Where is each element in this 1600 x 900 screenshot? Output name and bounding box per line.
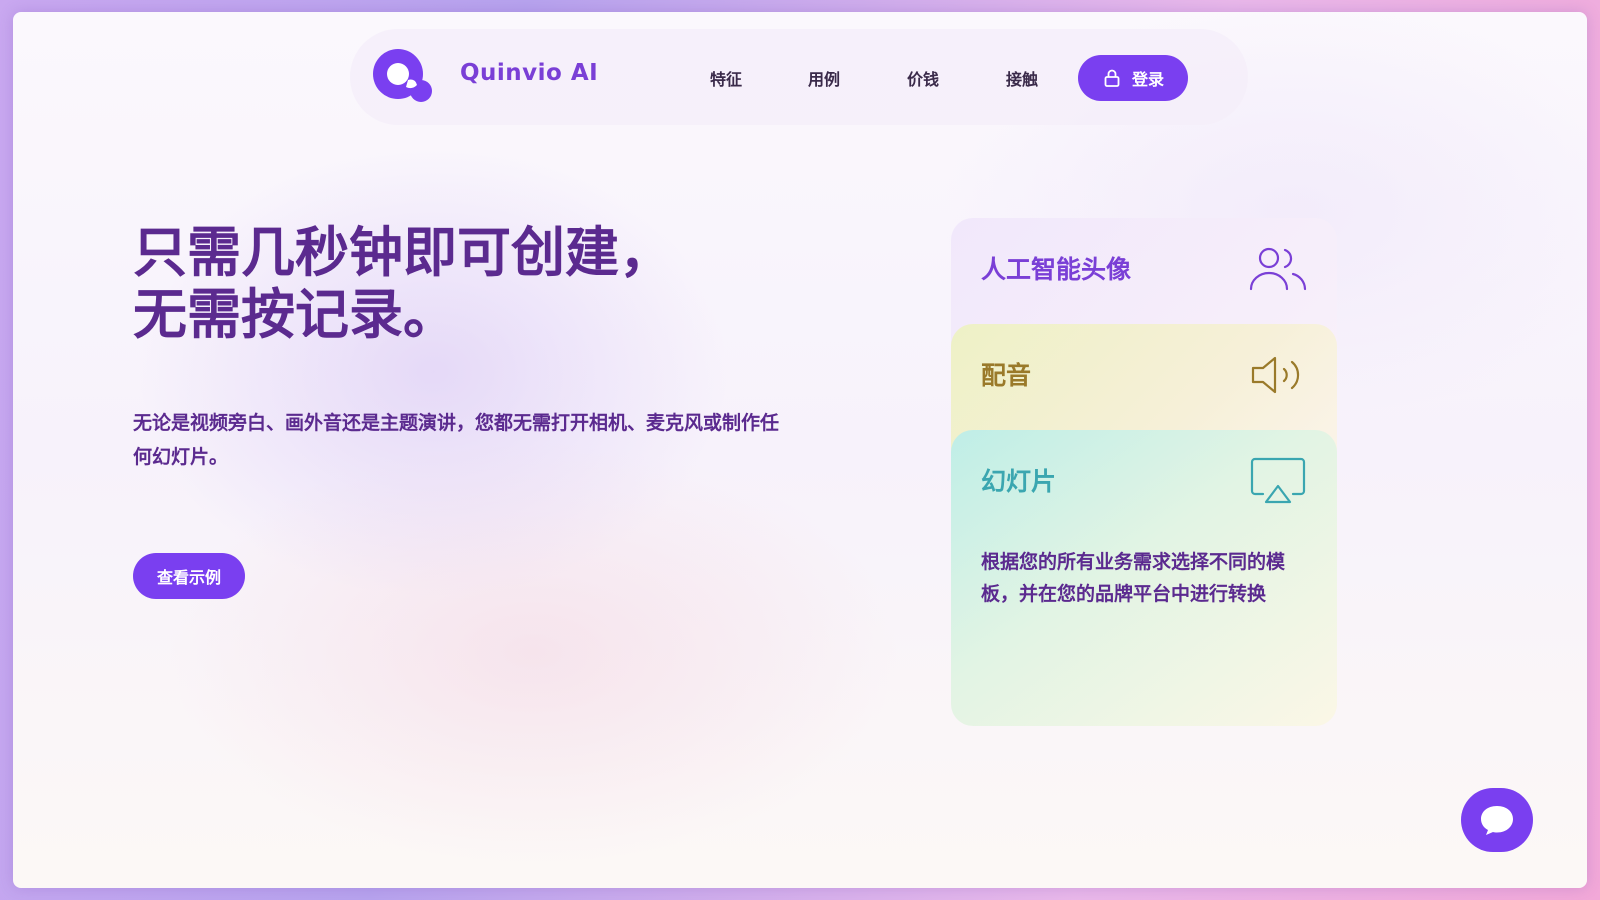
chat-bubble-icon (1481, 806, 1513, 835)
hero-title-line-1: 只需几秒钟即可创建， (133, 221, 673, 284)
nav-link-pricing[interactable]: 价钱 (907, 66, 939, 90)
page-frame: Quinvio AI 特征 用例 价钱 接触 登录 只需几秒钟即可创建， 无需按… (13, 12, 1587, 888)
card-title-voiceover: 配音 (981, 361, 1032, 390)
hero-title-line-2: 无需按记录。 (133, 283, 457, 346)
hero-description: 无论是视频旁白、画外音还是主题演讲，您都无需打开相机、麦克风或制作任何幻灯片。 (133, 412, 780, 468)
card-title-ai-avatar: 人工智能头像 (981, 255, 1132, 284)
users-icon (1249, 247, 1307, 291)
logo-icon[interactable] (368, 47, 434, 105)
airplay-icon (1250, 457, 1306, 504)
login-label: 登录 (1131, 70, 1164, 89)
nav-link-use-cases[interactable]: 用例 (808, 66, 840, 90)
speaker-icon (1251, 356, 1300, 394)
card-description-slides: 根据您的所有业务需求选择不同的模板，并在您的品牌平台中进行转换 (981, 551, 1286, 605)
card-title-slides: 幻灯片 (981, 467, 1057, 496)
brand-name[interactable]: Quinvio AI (460, 60, 598, 86)
nav-link-contact[interactable]: 接触 (1006, 66, 1038, 90)
nav-link-features[interactable]: 特征 (710, 66, 742, 90)
view-examples-button[interactable]: 查看示例 (133, 553, 245, 599)
login-button[interactable]: 登录 (1078, 55, 1188, 101)
chat-button[interactable] (1461, 788, 1533, 852)
top-navbar: Quinvio AI 特征 用例 价钱 接触 登录 (350, 29, 1248, 125)
lock-icon (1104, 69, 1120, 87)
hero-title: 只需几秒钟即可创建， 无需按记录。 (133, 222, 833, 346)
card-slides[interactable]: 幻灯片 根据您的所有业务需求选择不同的模板，并在您的品牌平台中进行转换 (951, 430, 1337, 726)
